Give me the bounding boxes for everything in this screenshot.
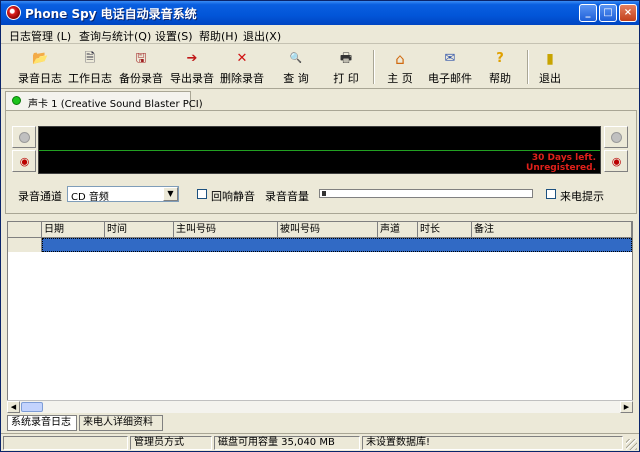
scroll-thumb[interactable]	[21, 402, 43, 412]
recording-log-button[interactable]: 📂 录音日志	[17, 48, 63, 86]
window-title: Phone Spy 电话自动录音系统	[25, 7, 197, 21]
status-disk-space: 磁盘可用容量 35,040 MB	[214, 436, 360, 450]
home-label: 主 页	[387, 72, 413, 85]
trial-days-left: 30 Days left.	[531, 153, 596, 163]
exit-door-icon: ▮	[546, 51, 554, 67]
minimize-button[interactable]: _	[579, 4, 597, 22]
scroll-right-icon[interactable]: ▶	[620, 401, 633, 413]
toolbar-separator	[373, 50, 375, 84]
exit-label: 退出	[539, 72, 561, 85]
table-row[interactable]	[8, 238, 632, 252]
email-button[interactable]: ✉ 电子邮件	[427, 48, 473, 86]
export-recording-label: 导出录音	[170, 72, 214, 85]
left-monitor-button[interactable]: ◉	[12, 150, 36, 172]
volume-slider-thumb[interactable]	[322, 191, 326, 196]
loopback-mute-checkbox[interactable]	[197, 189, 207, 199]
volume-slider[interactable]	[319, 189, 533, 198]
status-bar: 管理员方式 磁盘可用容量 35,040 MB 未设置数据库!	[1, 433, 639, 451]
channel-value: CD 音频	[71, 192, 109, 203]
toolbar: 📂 录音日志 🗎 工作日志 🖫 备份录音 ➔ 导出录音 ✕ 删除录音 🔍 查 询…	[1, 45, 639, 89]
printer-icon: 🖶	[339, 51, 353, 66]
recording-log-label: 录音日志	[18, 72, 62, 85]
backup-recording-button[interactable]: 🖫 备份录音	[117, 48, 165, 86]
menu-settings[interactable]: 设置(S)	[155, 28, 193, 44]
print-label: 打 印	[333, 72, 359, 85]
delete-x-icon: ✕	[236, 51, 248, 66]
right-record-button[interactable]	[604, 126, 628, 148]
delete-recording-label: 删除录音	[220, 72, 264, 85]
channel-label: 录音通道	[18, 190, 62, 203]
export-icon: ➔	[186, 51, 198, 66]
print-button[interactable]: 🖶 打 印	[323, 48, 369, 86]
waveform-baseline	[39, 150, 600, 151]
loopback-mute-label: 回响静音	[211, 190, 255, 203]
menu-log-management[interactable]: 日志管理 (L)	[9, 28, 71, 44]
menu-bar: 日志管理 (L) 查询与统计(Q) 设置(S) 帮助(H) 退出(X)	[1, 25, 639, 44]
help-label: 帮助	[489, 72, 511, 85]
recording-table[interactable]: 日期 时间 主叫号码 被叫号码 声道 时长 备注	[7, 221, 633, 413]
scroll-left-icon[interactable]: ◀	[7, 401, 20, 413]
status-empty	[3, 436, 128, 450]
waveform-display: 30 Days left. Unregistered.	[38, 126, 601, 174]
tab-system-log[interactable]: 系统录音日志	[7, 415, 77, 431]
column-callee[interactable]: 被叫号码	[278, 222, 378, 238]
query-label: 查 询	[283, 72, 309, 85]
left-record-button[interactable]	[12, 126, 36, 148]
right-monitor-button[interactable]: ◉	[604, 150, 628, 172]
column-time[interactable]: 时间	[105, 222, 174, 238]
record-indicator-icon	[19, 132, 30, 143]
backup-icon: 🖫	[135, 51, 147, 66]
status-led-icon	[12, 96, 21, 105]
help-icon: ?	[496, 51, 504, 66]
title-bar[interactable]: Phone Spy 电话自动录音系统 _ □ ×	[1, 1, 639, 25]
column-caller[interactable]: 主叫号码	[174, 222, 278, 238]
caller-alert-label: 来电提示	[560, 190, 604, 203]
column-duration[interactable]: 时长	[418, 222, 472, 238]
exit-button[interactable]: ▮ 退出	[527, 48, 573, 86]
tab-sound-card-1[interactable]: 声卡 1 (Creative Sound Blaster PCI)	[5, 91, 203, 110]
export-recording-button[interactable]: ➔ 导出录音	[169, 48, 215, 86]
unregistered-notice: Unregistered.	[526, 163, 596, 173]
help-button[interactable]: ? 帮助	[477, 48, 523, 86]
close-button[interactable]: ×	[619, 4, 637, 22]
status-mode: 管理员方式	[130, 436, 212, 450]
email-label: 电子邮件	[428, 72, 472, 85]
home-button[interactable]: ⌂ 主 页	[377, 48, 423, 86]
column-notes[interactable]: 备注	[472, 222, 632, 238]
volume-label: 录音音量	[265, 190, 309, 203]
speaker-icon: ◉	[19, 155, 30, 168]
caller-alert-checkbox[interactable]	[546, 189, 556, 199]
menu-query-stats[interactable]: 查询与统计(Q)	[79, 28, 151, 44]
main-window: Phone Spy 电话自动录音系统 _ □ × 日志管理 (L) 查询与统计(…	[0, 0, 640, 452]
work-log-label: 工作日志	[68, 72, 112, 85]
email-icon: ✉	[444, 51, 456, 66]
tab-caller-details[interactable]: 来电人详细资料	[79, 415, 163, 431]
selected-row-cells[interactable]	[42, 238, 632, 252]
column-channel[interactable]: 声道	[378, 222, 418, 238]
chevron-down-icon[interactable]: ▼	[163, 187, 178, 201]
status-database: 未设置数据库!	[362, 436, 623, 450]
app-phone-icon	[6, 5, 21, 20]
home-icon: ⌂	[395, 50, 405, 68]
query-button[interactable]: 🔍 查 询	[273, 48, 319, 86]
work-log-button[interactable]: 🗎 工作日志	[67, 48, 113, 86]
channel-select[interactable]: CD 音频 ▼	[67, 186, 179, 203]
documents-icon: 🗎	[84, 51, 96, 66]
resize-grip-icon[interactable]	[626, 439, 637, 450]
magnifier-icon: 🔍	[289, 53, 303, 64]
folder-open-icon: 📂	[32, 51, 49, 66]
menu-help[interactable]: 帮助(H)	[199, 28, 238, 44]
horizontal-scrollbar[interactable]: ◀ ▶	[7, 400, 633, 413]
speaker-icon: ◉	[611, 155, 622, 168]
menu-exit[interactable]: 退出(X)	[243, 28, 281, 44]
maximize-button[interactable]: □	[599, 4, 617, 22]
row-header-column	[8, 222, 42, 238]
backup-recording-label: 备份录音	[119, 72, 163, 85]
delete-recording-button[interactable]: ✕ 删除录音	[219, 48, 265, 86]
sound-card-label: 声卡 1 (Creative Sound Blaster PCI)	[28, 99, 203, 110]
row-header-cell[interactable]	[8, 238, 42, 252]
record-indicator-icon	[611, 132, 622, 143]
column-date[interactable]: 日期	[42, 222, 105, 238]
